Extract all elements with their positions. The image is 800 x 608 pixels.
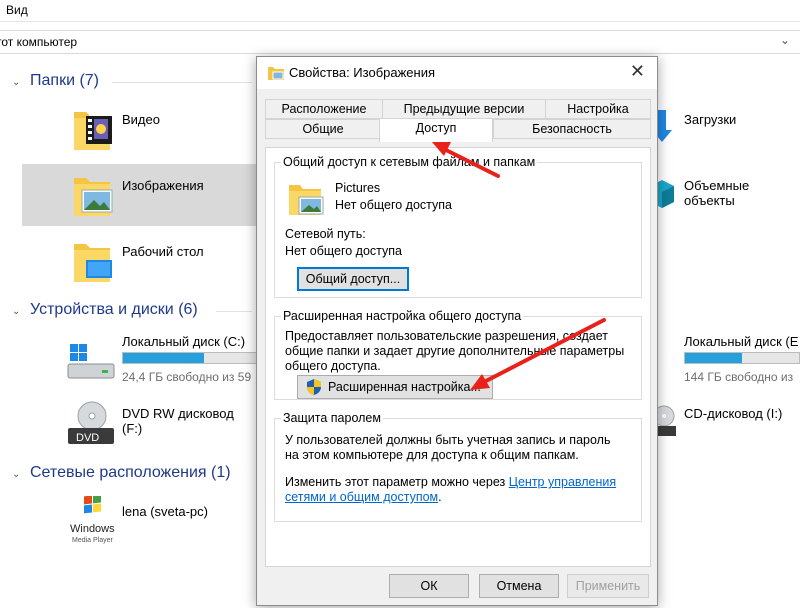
item-label: Локальный диск (E [684,334,799,349]
folder-item-downloads[interactable]: Загрузки [650,98,800,160]
suffix: . [438,490,442,504]
apply-button[interactable]: Применить [567,574,649,598]
svg-text:Windows: Windows [70,523,115,535]
pictures-folder-icon [74,178,113,216]
advanced-sharing-description: Предоставляет пользовательские разрешени… [285,329,625,373]
tab-sharing[interactable]: Доступ [379,118,493,142]
address-bar[interactable]: тот компьютер ⌄ [0,30,800,54]
ok-button[interactable]: ОК [389,574,469,598]
tab-customize[interactable]: Настройка [545,99,651,119]
item-label: Видео [122,112,160,127]
group-legend: Расширенная настройка общего доступа [281,309,524,323]
menu-view[interactable]: Вид [6,3,28,17]
collapse-chevron-icon[interactable]: ⌄ [12,77,26,88]
group-header-network[interactable]: ⌄ Сетевые расположения (1) [12,464,231,482]
drive-item-local-right[interactable]: Локальный диск (E 144 ГБ свободно из [650,326,800,388]
disk-usage-fill [123,353,205,363]
disk-usage-fill [685,353,742,363]
svg-text:Media Player: Media Player [72,537,114,544]
group-legend: Защита паролем [281,411,383,425]
divider [216,311,252,312]
pictures-folder-icon [289,185,324,215]
item-label: CD-дисковод (I:) [684,406,783,421]
uac-shield-icon [307,379,321,395]
disk-free-text: 144 ГБ свободно из [684,370,794,384]
tab-security[interactable]: Безопасность [493,119,651,139]
group-header-devices[interactable]: ⌄ Устройства и диски (6) [12,301,198,319]
change-setting-text: Изменить этот параметр можно через Центр… [285,475,635,505]
divider [112,82,252,83]
drive-item-cd[interactable]: CD-дисковод (I:) [650,396,800,458]
password-description: У пользователей должны быть учетная запи… [285,433,611,462]
group-header-folders[interactable]: ⌄ Папки (7) [12,72,99,90]
drive-item-dvd-rw[interactable]: DVD DVD RW дисковод (F:) [22,396,256,458]
properties-dialog: Свойства: Изображения ✕ Расположение Пре… [256,56,658,606]
svg-text:DVD: DVD [76,432,99,444]
network-path-value: Нет общего доступа [285,244,403,258]
share-button[interactable]: Общий доступ... [297,267,409,291]
drive-item-local-c[interactable]: Локальный диск (C:) 24,4 ГБ свободно из … [22,326,262,388]
windows-media-player-logo: Windows Media Player [70,496,115,544]
item-label: lena (sveta-pc) [122,504,208,519]
folder-icon [268,67,284,80]
group-title: Сетевые расположения (1) [30,464,231,481]
folder-name: Pictures [335,181,381,195]
tab-location[interactable]: Расположение [265,99,383,119]
folder-item-images[interactable]: Изображения [22,164,256,226]
network-center-link[interactable]: Центр управления [509,475,616,489]
collapse-chevron-icon[interactable]: ⌄ [12,469,26,480]
disk-free-text: 24,4 ГБ свободно из 59 [122,370,252,384]
desktop-folder-icon [74,244,112,282]
disk-usage-bar [684,352,800,364]
video-folder-icon [74,112,112,150]
item-label: Загрузки [684,112,737,127]
disk-usage-bar [122,352,262,364]
change-prefix: Изменить этот параметр можно через [285,475,509,489]
close-icon[interactable]: ✕ [630,61,645,82]
tab-general[interactable]: Общие [265,119,381,139]
dialog-title: Свойства: Изображения [289,65,436,80]
dvd-drive-icon: DVD [68,401,114,444]
password-protection-group: Защита паролем У пользователей должны бы… [274,411,642,522]
share-group: Общий доступ к сетевым файлам и папкам P… [274,155,642,298]
address-dropdown-icon[interactable]: ⌄ [780,33,790,47]
network-center-link-cont[interactable]: сетями и общим доступом [285,490,438,504]
folder-item-3d-objects[interactable]: Объемные объекты [650,164,800,226]
dialog-title-bar[interactable]: Свойства: Изображения ✕ [257,57,657,89]
folder-item-video[interactable]: Видео [22,98,256,160]
network-item-lena[interactable]: Windows Media Player lena (sveta-pc) [22,492,256,554]
group-title: Устройства и диски (6) [30,301,198,318]
folder-share-status: Нет общего доступа [335,198,453,212]
item-label: Локальный диск (C:) [122,334,246,349]
group-title: Папки (7) [30,72,99,89]
group-legend: Общий доступ к сетевым файлам и папкам [281,155,538,169]
item-label: Объемные объекты [684,178,750,208]
item-label: DVD RW дисковод (F:) [122,406,234,436]
menu-bar: Вид [0,0,800,22]
cancel-button[interactable]: Отмена [479,574,559,598]
network-path-label: Сетевой путь: [285,227,366,241]
button-label: Расширенная настройка... [328,380,481,394]
tab-panel-sharing: Общий доступ к сетевым файлам и папкам P… [265,147,651,567]
advanced-sharing-group: Расширенная настройка общего доступа Пре… [274,309,642,400]
folder-item-desktop[interactable]: Рабочий стол [22,230,256,292]
item-label: Изображения [122,178,204,193]
collapse-chevron-icon[interactable]: ⌄ [12,306,26,317]
tab-previous-versions[interactable]: Предыдущие версии [382,99,546,119]
hard-drive-icon [67,344,115,379]
address-path: тот компьютер [0,35,78,49]
advanced-sharing-button[interactable]: Расширенная настройка... [297,375,493,399]
item-label: Рабочий стол [122,244,204,259]
